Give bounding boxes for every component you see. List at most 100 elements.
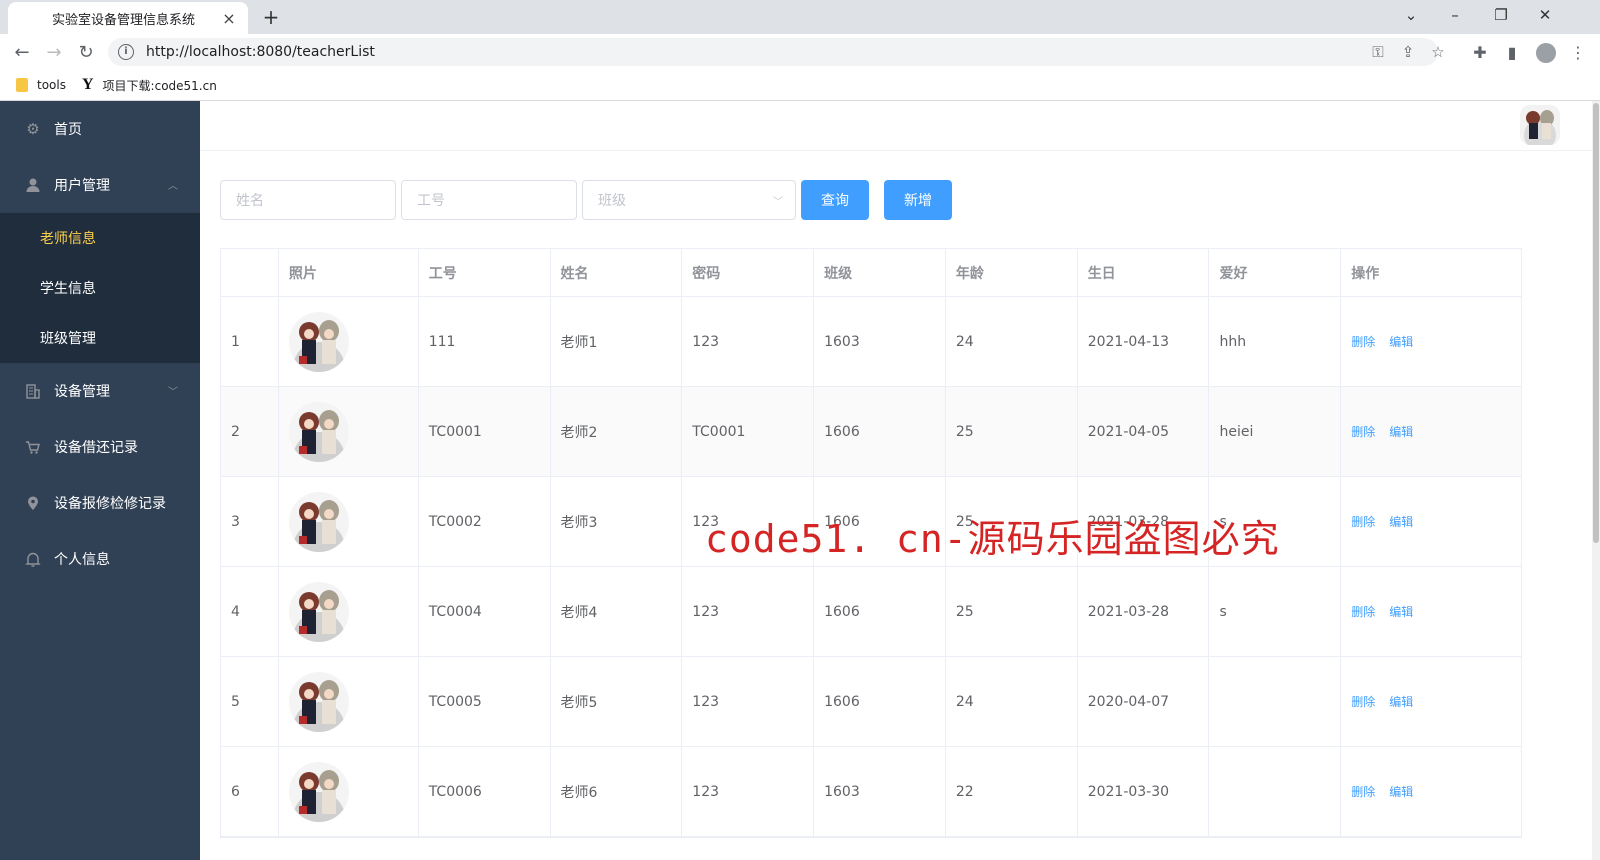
user-avatar[interactable]	[1520, 105, 1560, 145]
side-panel-icon[interactable]: ▮	[1498, 38, 1526, 66]
extensions-icon[interactable]: ✚	[1466, 38, 1494, 66]
top-navbar	[200, 101, 1600, 151]
add-button[interactable]: 新增	[884, 180, 952, 220]
table-row: 1 111 老师1 123 1603 24 2021-04-13 hhh 删除 编辑	[221, 297, 1521, 387]
edit-link[interactable]: 编辑	[1389, 603, 1413, 620]
delete-link[interactable]: 删除	[1351, 333, 1375, 350]
table-cell-hobby	[1209, 747, 1342, 836]
table-cell-password: 123	[682, 567, 815, 656]
sidebar-item-student-info[interactable]: 学生信息	[0, 263, 200, 313]
minimize-icon[interactable]: –	[1432, 0, 1478, 30]
class-select-placeholder: 班级	[598, 193, 626, 209]
edit-link[interactable]: 编辑	[1389, 783, 1413, 800]
edit-link[interactable]: 编辑	[1389, 513, 1413, 530]
edit-link[interactable]: 编辑	[1389, 693, 1413, 710]
key-icon[interactable]: ⚿	[1368, 42, 1388, 62]
table-cell-name: 老师4	[551, 567, 683, 656]
sidebar-item-equipment-management[interactable]: 设备管理 ﹀	[0, 363, 200, 419]
close-window-icon[interactable]: ✕	[1522, 0, 1568, 30]
close-tab-icon[interactable]: ×	[220, 9, 238, 28]
bookmark-tools[interactable]: tools	[16, 78, 66, 92]
name-search-input[interactable]: 姓名	[220, 180, 396, 220]
table-cell-age: 24	[946, 657, 1078, 746]
table-cell-age: 25	[946, 567, 1078, 656]
table-cell-name: 老师6	[551, 747, 683, 836]
menu-kebab-icon[interactable]: ⋮	[1564, 38, 1592, 66]
delete-link[interactable]: 删除	[1351, 693, 1375, 710]
bell-icon	[24, 550, 42, 568]
table-row: 2 TC0001 老师2 TC0001 1606 25 2021-04-05 heiei 删除编…	[221, 387, 1521, 477]
table-cell-id: TC0006	[419, 747, 551, 836]
actions-cell: 删除 编辑	[1341, 477, 1521, 566]
address-bar[interactable]: i http://localhost:8080/teacherList	[108, 38, 1438, 66]
sidebar: ⚙ 首页 用户管理 ︿ 老师信息 学生信息 班级管理 设备管理 ﹀ 设备借还记录	[0, 101, 200, 860]
table-header-cell: 操作	[1351, 265, 1380, 282]
actions-cell: 删除 编辑	[1341, 297, 1521, 386]
delete-link[interactable]: 删除	[1351, 513, 1375, 530]
reload-icon[interactable]: ↻	[72, 38, 100, 66]
table-header-cell: 密码	[682, 249, 815, 296]
delete-link[interactable]: 删除	[1351, 423, 1375, 440]
sidebar-item-class-management[interactable]: 班级管理	[0, 313, 200, 363]
table-header-cell: 工号	[419, 249, 551, 296]
tab-title: 实验室设备管理信息系统	[52, 12, 196, 28]
table-cell-birthday: 2020-04-07	[1078, 657, 1210, 746]
table-cell-password: 123	[682, 657, 815, 746]
table-cell-hobby: hhh	[1209, 297, 1342, 386]
bookmark-label: 项目下载:code51.cn	[102, 78, 217, 93]
table-cell-birthday: 2021-03-30	[1078, 747, 1210, 836]
profile-avatar[interactable]	[1536, 43, 1556, 63]
class-select[interactable]: 班级 ﹀	[582, 180, 796, 220]
table-cell-password: 123	[682, 297, 815, 386]
id-search-input[interactable]: 工号	[401, 180, 577, 220]
table-cell-birthday: 2021-03-28	[1078, 567, 1210, 656]
sidebar-item-label: 个人信息	[54, 552, 110, 568]
sidebar-item-label: 设备借还记录	[54, 440, 138, 456]
table-cell-birthday: 2021-04-13	[1078, 297, 1210, 386]
sidebar-item-teacher-info[interactable]: 老师信息	[0, 213, 200, 263]
search-button[interactable]: 查询	[801, 180, 869, 220]
restore-icon[interactable]: ❐	[1478, 0, 1524, 30]
table-header-cell: 爱好	[1209, 249, 1342, 296]
delete-link[interactable]: 删除	[1351, 603, 1375, 620]
sidebar-item-personal-info[interactable]: 个人信息	[0, 531, 200, 587]
tab-search-icon[interactable]: ⌄	[1388, 0, 1434, 30]
teacher-photo	[288, 761, 349, 822]
table-header-cell: 姓名	[551, 249, 683, 296]
teacher-photo	[288, 581, 349, 642]
table-cell-hobby: heiei	[1209, 387, 1342, 476]
main-content: 姓名 工号 班级 ﹀ 查询 新增 照片 工号 姓名 密码 班级 年龄 生日 爱好 操作 1 111…	[200, 101, 1600, 860]
teacher-photo	[288, 311, 349, 372]
bookmark-code51[interactable]: Y 项目下载:code51.cn	[82, 76, 217, 94]
table-cell-name: 老师5	[551, 657, 683, 746]
site-info-icon[interactable]: i	[118, 44, 134, 60]
sidebar-item-borrow-records[interactable]: 设备借还记录	[0, 419, 200, 475]
share-icon[interactable]: ⇪	[1398, 42, 1418, 62]
y-logo-icon: Y	[81, 76, 94, 93]
forward-icon[interactable]: →	[40, 38, 68, 66]
page-scrollbar[interactable]	[1592, 101, 1600, 860]
table-cell-birthday: 2021-04-05	[1078, 387, 1210, 476]
table-header-cell: 生日	[1078, 249, 1210, 296]
bookmark-label: tools	[37, 78, 66, 92]
sidebar-item-repair-records[interactable]: 设备报修检修记录	[0, 475, 200, 531]
browser-tabstrip: 实验室设备管理信息系统 × + ⌄ – ❐ ✕	[0, 0, 1600, 34]
table-cell-index: 3	[221, 477, 279, 566]
photo-cell	[279, 387, 419, 476]
edit-link[interactable]: 编辑	[1389, 423, 1413, 440]
table-row: 5 TC0005 老师5 123 1606 24 2020-04-07 删除 编辑	[221, 657, 1521, 747]
sidebar-item-user-management[interactable]: 用户管理 ︿	[0, 157, 200, 213]
cart-icon	[24, 438, 42, 456]
browser-tab[interactable]: 实验室设备管理信息系统 ×	[8, 2, 248, 34]
new-tab-button[interactable]: +	[258, 4, 284, 30]
edit-link[interactable]: 编辑	[1389, 333, 1413, 350]
table-cell-hobby: s	[1209, 567, 1342, 656]
bookmarks-bar: tools Y 项目下载:code51.cn	[0, 70, 1600, 101]
sidebar-item-home[interactable]: ⚙ 首页	[0, 101, 200, 157]
back-icon[interactable]: ←	[8, 38, 36, 66]
table-cell-age: 24	[946, 297, 1078, 386]
delete-link[interactable]: 删除	[1351, 783, 1375, 800]
watermark-text: code51. cn-源码乐园盗图必究	[705, 517, 1280, 561]
scrollbar-thumb[interactable]	[1593, 103, 1599, 543]
bookmark-star-icon[interactable]: ☆	[1428, 42, 1448, 62]
